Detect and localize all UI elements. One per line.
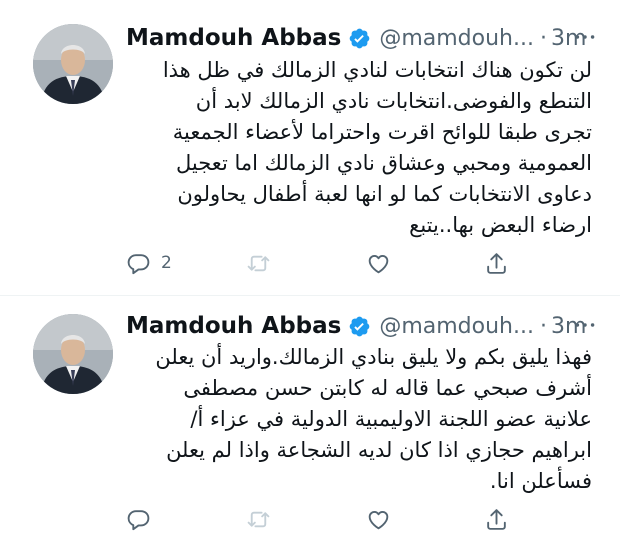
- like-button[interactable]: [366, 248, 391, 278]
- separator-dot: ·: [539, 313, 547, 339]
- avatar[interactable]: [33, 314, 113, 394]
- author-name[interactable]: Mamdouh Abbas: [126, 25, 341, 51]
- tweet-text-line: ابراهيم حجازي اذا كان لديه الشجاعة واذا …: [166, 438, 592, 462]
- tweet-text-line: ارضاء البعض بها..يتبع: [409, 213, 592, 237]
- tweet-text-line: علانية عضو اللجنة الاوليمبية الدولية في …: [190, 407, 592, 431]
- avatar[interactable]: [33, 24, 113, 104]
- retweet-icon: [247, 511, 270, 527]
- reply-icon: [127, 253, 150, 274]
- share-button[interactable]: [484, 504, 509, 534]
- tweet-actions: [126, 504, 606, 538]
- tweet-text-line: تجرى طبقا للوائح اقرت واحتراما لأعضاء ال…: [172, 120, 592, 144]
- verified-badge-icon: [350, 28, 370, 48]
- tweet-actions: 2: [126, 248, 606, 282]
- tweet-feed: Mamdouh Abbas @mamdouh... · 3m لن تكون ه…: [0, 0, 620, 540]
- more-icon[interactable]: [572, 312, 598, 338]
- tweet[interactable]: Mamdouh Abbas @mamdouh... · 3m لن تكون ه…: [0, 0, 620, 296]
- reply-icon: [127, 509, 150, 530]
- like-icon: [368, 254, 389, 273]
- separator-dot: ·: [539, 25, 547, 51]
- share-button[interactable]: [484, 248, 509, 278]
- tweet-text-line: فهذا يليق بكم ولا يليق بنادي الزمالك.وار…: [155, 345, 592, 369]
- author-handle[interactable]: @mamdouh...: [379, 26, 534, 51]
- tweet-header: Mamdouh Abbas @mamdouh... · 3m: [126, 22, 596, 54]
- tweet-text-line: العمومية ومحبي وعشاق نادي الزمالك اما تع…: [176, 151, 592, 175]
- reply-button[interactable]: [126, 504, 161, 534]
- author-name[interactable]: Mamdouh Abbas: [126, 313, 341, 339]
- tweet-text-line: دعاوى الانتخابات كما لو انها لعبة أطفال …: [177, 182, 592, 206]
- reply-count: 2: [161, 253, 172, 273]
- author-handle[interactable]: @mamdouh...: [379, 314, 534, 339]
- retweet-button[interactable]: [246, 504, 271, 534]
- more-icon[interactable]: [572, 24, 598, 50]
- tweet-text: لن تكون هناك انتخابات لنادي الزمالك في ظ…: [126, 55, 592, 241]
- tweet-text-line: فسأعلن انا.: [489, 469, 592, 493]
- retweet-button[interactable]: [246, 248, 271, 278]
- like-icon: [368, 510, 389, 529]
- retweet-icon: [247, 255, 270, 271]
- tweet-text-line: لن تكون هناك انتخابات لنادي الزمالك في ظ…: [162, 58, 592, 82]
- reply-button[interactable]: 2: [126, 248, 172, 278]
- verified-badge-icon: [350, 316, 370, 336]
- share-icon: [487, 252, 506, 274]
- like-button[interactable]: [366, 504, 391, 534]
- tweet-text-line: أشرف صبحي عما قاله له كابتن حسن مصطفى: [183, 376, 592, 400]
- tweet-text: فهذا يليق بكم ولا يليق بنادي الزمالك.وار…: [126, 342, 592, 497]
- share-icon: [487, 508, 506, 530]
- tweet-text-line: التنطع والفوضى.انتخابات نادي الزمالك لاب…: [195, 89, 592, 113]
- tweet-header: Mamdouh Abbas @mamdouh... · 3m: [126, 310, 596, 342]
- tweet[interactable]: Mamdouh Abbas @mamdouh... · 3m فهذا يليق…: [0, 296, 620, 540]
